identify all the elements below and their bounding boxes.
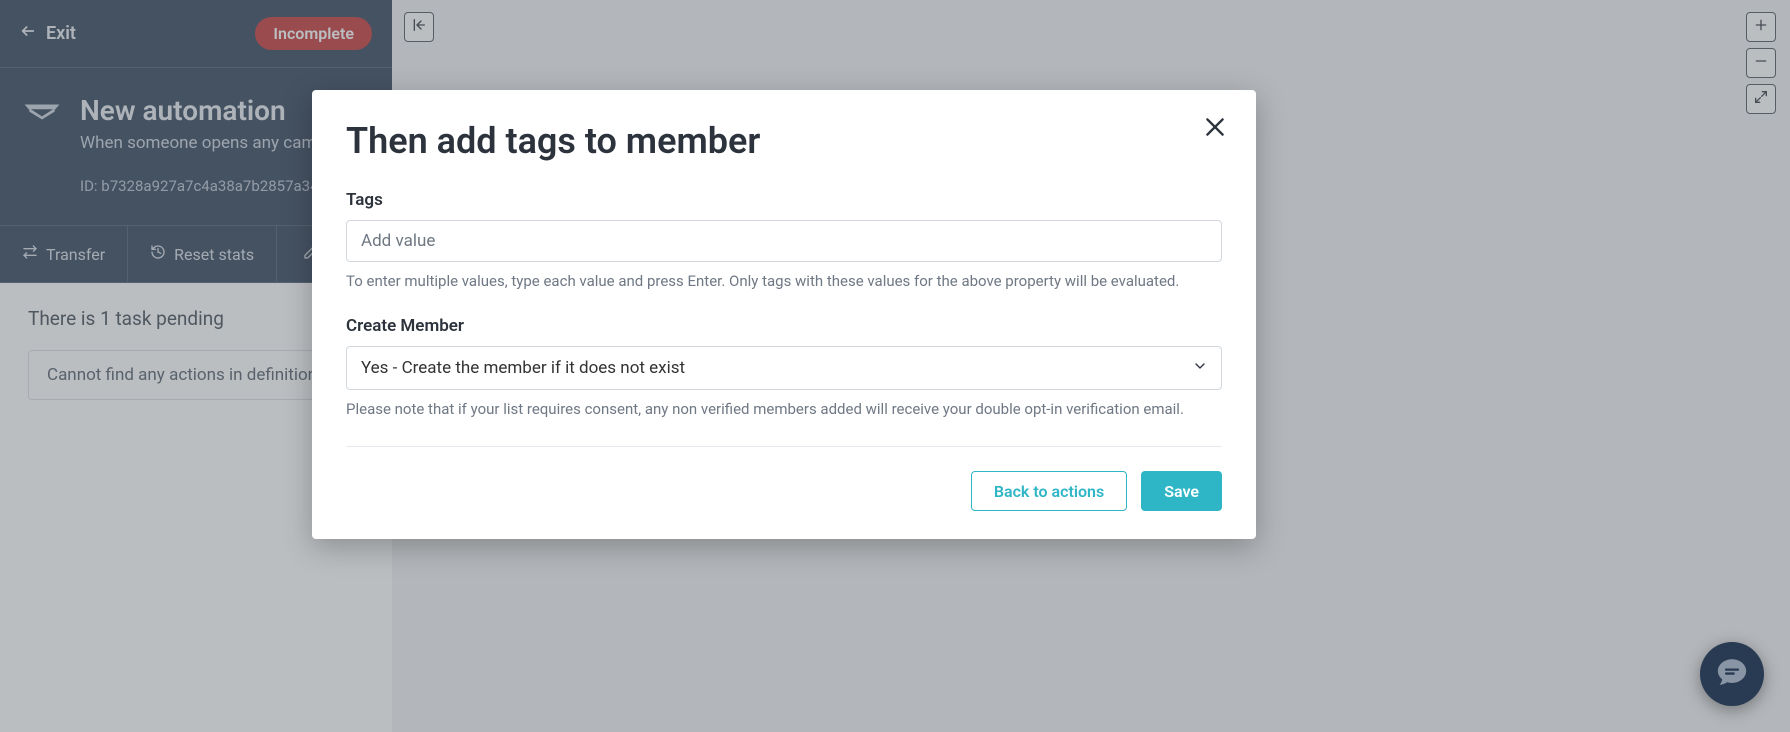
modal-title: Then add tags to member xyxy=(346,120,1222,162)
modal-divider xyxy=(346,446,1222,447)
create-member-helper-text: Please note that if your list requires c… xyxy=(346,400,1222,418)
create-member-select[interactable]: Yes - Create the member if it does not e… xyxy=(346,346,1222,390)
add-tags-modal: Then add tags to member Tags To enter mu… xyxy=(312,90,1256,539)
chat-icon xyxy=(1715,655,1749,693)
create-member-label: Create Member xyxy=(346,316,1222,336)
tags-label: Tags xyxy=(346,190,1222,210)
close-icon xyxy=(1202,125,1228,144)
tags-input[interactable] xyxy=(346,220,1222,262)
modal-footer: Back to actions Save xyxy=(346,471,1222,511)
back-to-actions-button[interactable]: Back to actions xyxy=(971,471,1127,511)
modal-close-button[interactable] xyxy=(1202,114,1228,144)
chat-fab[interactable] xyxy=(1700,642,1764,706)
save-button[interactable]: Save xyxy=(1141,471,1222,511)
tags-helper-text: To enter multiple values, type each valu… xyxy=(346,272,1222,290)
